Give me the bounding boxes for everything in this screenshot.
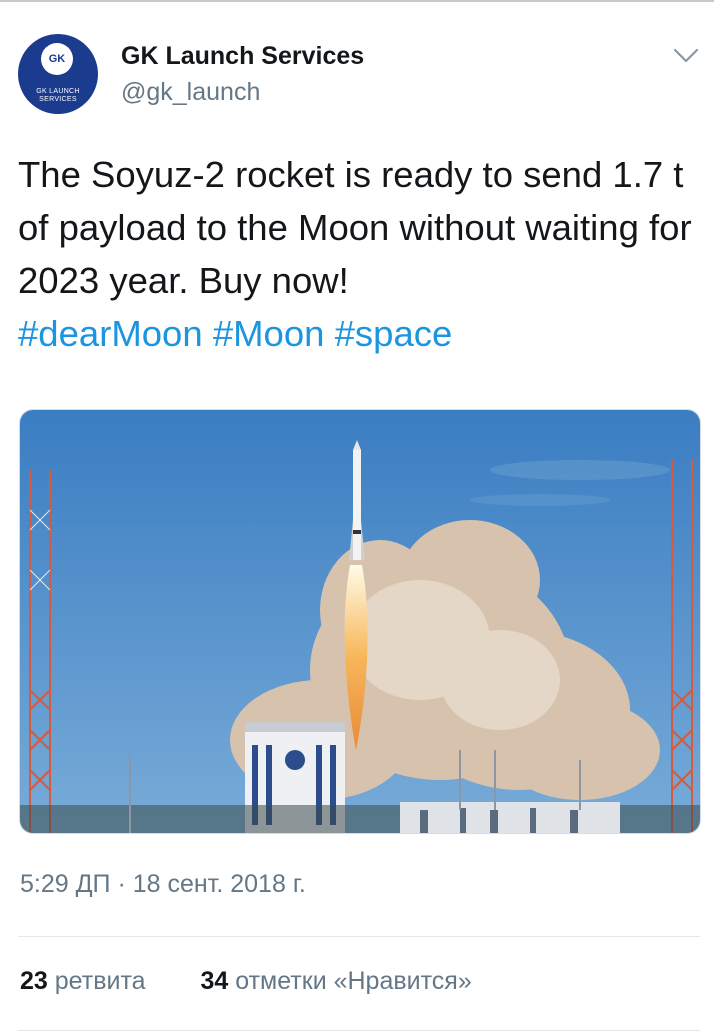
likes-count: 34 bbox=[200, 967, 229, 995]
hashtag-dearmoon[interactable]: #dearMoon bbox=[18, 313, 203, 354]
avatar-badge: GK bbox=[41, 43, 73, 75]
hashtag-moon[interactable]: #Moon bbox=[213, 313, 325, 354]
avatar-tagline: GK LAUNCH SERVICES bbox=[36, 88, 80, 103]
tweet-timestamp[interactable]: 5:29 ДП · 18 сент. 2018 г. bbox=[20, 870, 306, 899]
retweets-count: 23 bbox=[20, 967, 48, 995]
hashtag-list: #dearMoon #Moon #space bbox=[18, 307, 698, 360]
chevron-down-icon[interactable] bbox=[672, 44, 700, 66]
retweets-stat[interactable]: 23 ретвита bbox=[20, 967, 146, 996]
tweet-text-block: The Soyuz-2 rocket is ready to send 1.7 … bbox=[18, 148, 698, 360]
stats-top-divider bbox=[18, 936, 700, 937]
author-name[interactable]: GK Launch Services bbox=[121, 42, 364, 71]
hashtag-space[interactable]: #space bbox=[335, 313, 453, 354]
tweet-text: The Soyuz-2 rocket is ready to send 1.7 … bbox=[18, 154, 692, 301]
tweet-photo[interactable] bbox=[19, 409, 701, 834]
author-handle[interactable]: @gk_launch bbox=[121, 78, 260, 107]
likes-stat[interactable]: 34 отметки «Нравится» bbox=[200, 967, 471, 996]
rocket-launch-photo bbox=[20, 410, 700, 833]
top-divider bbox=[0, 0, 714, 2]
retweets-label: ретвита bbox=[54, 967, 146, 995]
engagement-stats: 23 ретвита 34 отметки «Нравится» bbox=[20, 967, 472, 996]
avatar[interactable]: GK GK LAUNCH SERVICES bbox=[18, 34, 98, 114]
likes-label: отметки «Нравится» bbox=[235, 967, 472, 995]
